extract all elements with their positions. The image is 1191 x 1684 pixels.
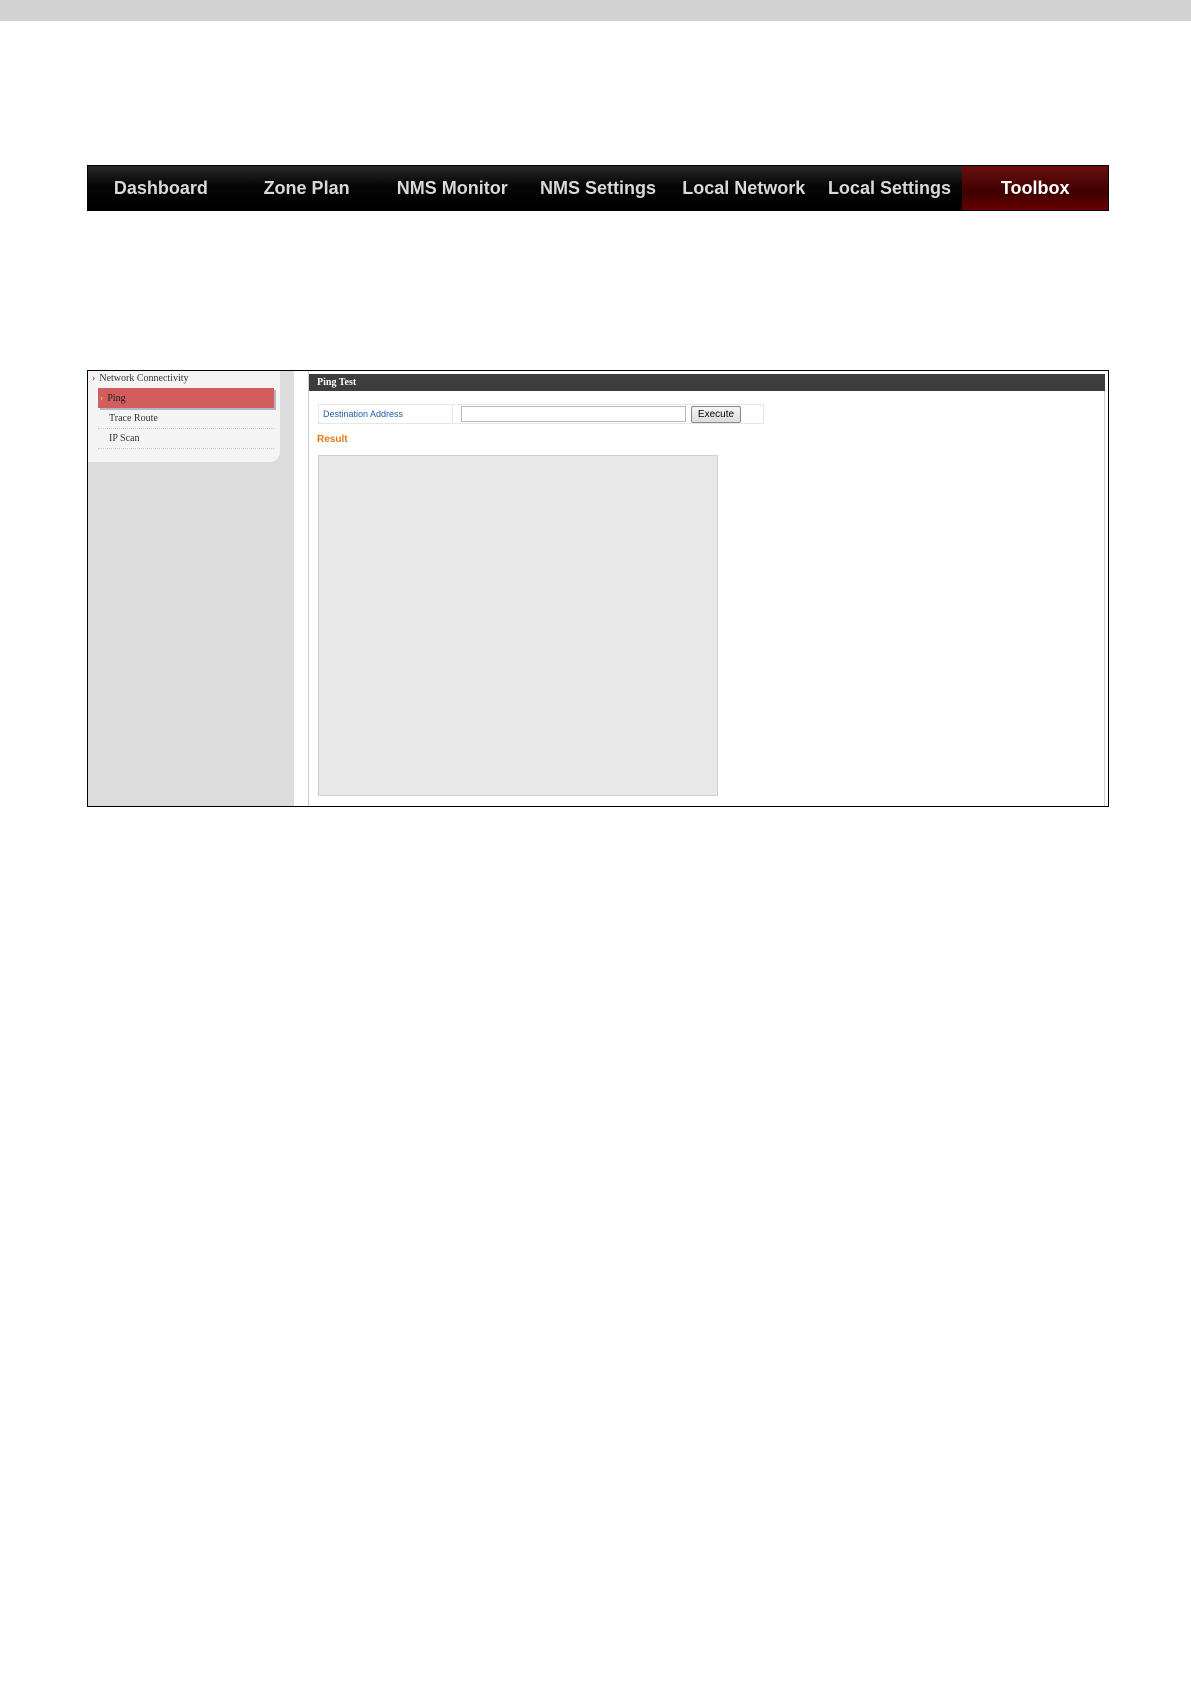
sidebar-item-trace-route[interactable]: Trace Route xyxy=(98,409,274,429)
destination-address-input[interactable] xyxy=(461,406,686,422)
chevron-right-icon: › xyxy=(100,392,104,404)
sidebar-item-ip-scan[interactable]: IP Scan xyxy=(98,429,274,449)
sidebar-item-label: Trace Route xyxy=(109,413,158,424)
main-frame: › Network Connectivity › Ping Trace Route … xyxy=(87,370,1109,807)
nav-zone-plan[interactable]: Zone Plan xyxy=(234,166,380,210)
sidebar-item-ping[interactable]: › Ping xyxy=(98,388,274,408)
content-left-border xyxy=(308,371,309,806)
sidebar-item-label: IP Scan xyxy=(109,433,140,444)
destination-row: Destination Address Execute xyxy=(318,404,764,424)
result-output xyxy=(318,455,718,796)
result-label: Result xyxy=(317,434,348,445)
row-divider xyxy=(452,405,453,423)
chevron-right-icon: › xyxy=(92,373,96,384)
nav-nms-monitor[interactable]: NMS Monitor xyxy=(379,166,525,210)
nav-nms-settings[interactable]: NMS Settings xyxy=(525,166,671,210)
sidebar-group-network-connectivity[interactable]: › Network Connectivity xyxy=(92,373,189,384)
sidebar: › Network Connectivity › Ping Trace Route … xyxy=(88,371,280,462)
panel-title: Ping Test xyxy=(309,374,1105,391)
main-nav: Dashboard Zone Plan NMS Monitor NMS Sett… xyxy=(87,165,1109,211)
nav-dashboard[interactable]: Dashboard xyxy=(88,166,234,210)
sidebar-item-label: Ping xyxy=(107,392,126,404)
nav-local-network[interactable]: Local Network xyxy=(671,166,817,210)
sidebar-group-label: Network Connectivity xyxy=(99,373,189,384)
nav-local-settings[interactable]: Local Settings xyxy=(817,166,963,210)
destination-label: Destination Address xyxy=(323,409,404,419)
nav-toolbox[interactable]: Toolbox xyxy=(962,166,1109,210)
content-right-border xyxy=(1104,389,1105,806)
top-strip xyxy=(0,0,1191,21)
execute-button[interactable]: Execute xyxy=(691,406,741,423)
